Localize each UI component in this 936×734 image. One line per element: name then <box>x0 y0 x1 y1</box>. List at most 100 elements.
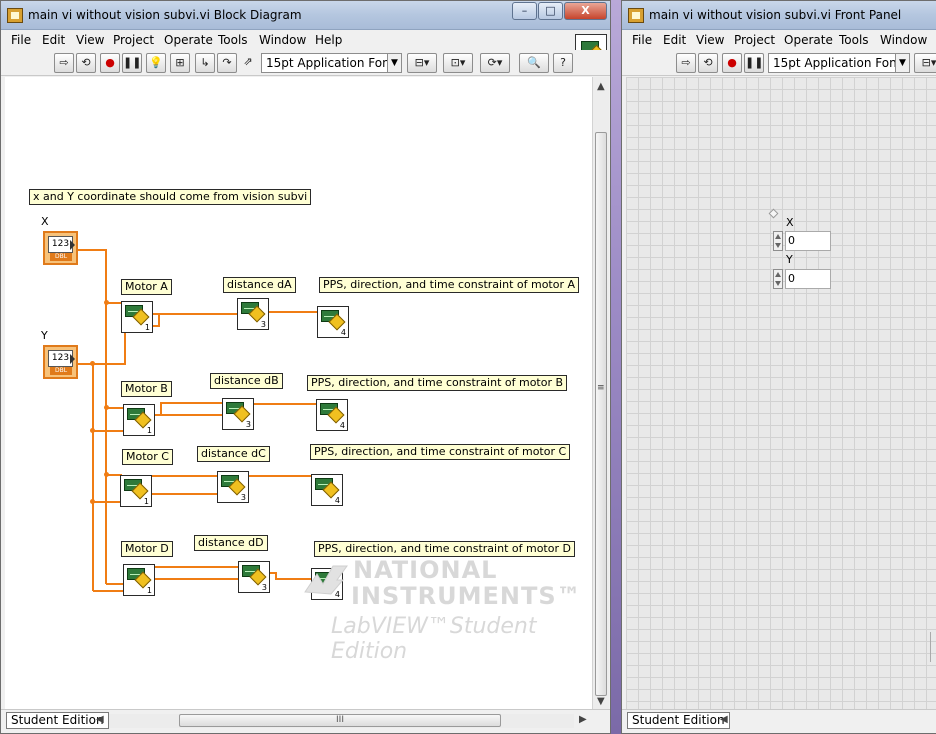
menu-operate[interactable]: Operate <box>784 33 833 47</box>
panel-resize-edge[interactable] <box>924 632 931 662</box>
wire[interactable] <box>93 430 124 432</box>
fp-y-value[interactable]: 0 <box>785 269 831 289</box>
wire[interactable] <box>153 313 237 315</box>
wire[interactable] <box>92 363 94 591</box>
wire[interactable] <box>254 403 316 405</box>
scroll-left-icon[interactable]: ◀ <box>720 714 728 725</box>
motor-a-constraint-subvi[interactable]: 4 <box>317 306 349 338</box>
labview-app-icon <box>628 8 644 23</box>
wire[interactable] <box>160 402 162 416</box>
abort-icon[interactable]: ● <box>100 53 120 73</box>
font-dropdown-value: 15pt Application Font <box>266 56 395 70</box>
wire[interactable] <box>152 493 218 495</box>
menu-file[interactable]: File <box>11 33 31 47</box>
step-into-icon[interactable]: ↳ <box>195 53 215 73</box>
output-terminal-icon <box>70 354 75 364</box>
motor-d-constraint-label: PPS, direction, and time constraint of m… <box>314 541 575 557</box>
title-bar[interactable]: main vi without vision subvi.vi Front Pa… <box>622 1 936 30</box>
title-bar[interactable]: main vi without vision subvi.vi Block Di… <box>1 1 610 30</box>
menu-window[interactable]: Window <box>880 33 927 47</box>
font-dropdown[interactable]: 15pt Application Font ▼ <box>768 53 910 73</box>
fp-y-numeric-control[interactable]: 0 <box>773 269 831 289</box>
wire[interactable] <box>158 315 160 327</box>
wire-junction <box>104 472 109 477</box>
motor-c-distance-subvi[interactable]: 3 <box>217 471 249 503</box>
menu-bar: File Edit View Project Operate Tools Win… <box>1 30 610 50</box>
menu-edit[interactable]: Edit <box>663 33 686 47</box>
motor-d-distance-subvi[interactable]: 3 <box>238 561 270 593</box>
wire[interactable] <box>93 501 122 503</box>
control-cluster-handle[interactable] <box>768 208 779 219</box>
wire[interactable] <box>269 311 317 313</box>
run-arrow-icon[interactable]: ⇨ <box>54 53 74 73</box>
motor-b-distance-subvi[interactable]: 3 <box>222 398 254 430</box>
motor-c-constraint-subvi[interactable]: 4 <box>311 474 343 506</box>
front-panel-canvas[interactable]: X 0 Y 0 <box>626 77 936 709</box>
y-numeric-control[interactable]: 123 DBL <box>43 345 78 379</box>
motor-c-subvi[interactable]: 1 <box>120 475 152 507</box>
menu-window[interactable]: Window <box>259 33 306 47</box>
wire[interactable] <box>106 583 124 585</box>
align-objects-icon[interactable]: ⊟▾ <box>914 53 936 73</box>
wire[interactable] <box>152 475 218 477</box>
font-dropdown[interactable]: 15pt Application Font ▼ <box>261 53 402 73</box>
x-numeric-control[interactable]: 123 DBL <box>43 231 78 265</box>
step-out-icon[interactable]: ⇗ <box>238 53 258 73</box>
vertical-scroll-thumb[interactable] <box>595 132 607 696</box>
menu-view[interactable]: View <box>696 33 724 47</box>
fp-x-value[interactable]: 0 <box>785 231 831 251</box>
menu-operate[interactable]: Operate <box>164 33 213 47</box>
wire[interactable] <box>160 402 222 404</box>
menu-project[interactable]: Project <box>113 33 154 47</box>
motor-d-subvi[interactable]: 1 <box>123 564 155 596</box>
distribute-objects-icon[interactable]: ⊡▾ <box>443 53 473 73</box>
reorder-icon[interactable]: ⟳▾ <box>480 53 510 73</box>
motor-a-distance-subvi[interactable]: 3 <box>237 298 269 330</box>
x-increment-decrement-icon[interactable] <box>773 231 783 251</box>
run-continuously-icon[interactable]: ⟲ <box>698 53 718 73</box>
scroll-up-icon[interactable]: ▲ <box>597 81 605 92</box>
motor-a-subvi[interactable]: 1 <box>121 301 153 333</box>
menu-help[interactable]: Help <box>315 33 342 47</box>
menu-edit[interactable]: Edit <box>42 33 65 47</box>
close-button[interactable]: X <box>564 2 607 20</box>
align-objects-icon[interactable]: ⊟▾ <box>407 53 437 73</box>
watermark-line-1: NATIONAL <box>353 556 498 584</box>
wire[interactable] <box>155 566 239 568</box>
run-arrow-icon[interactable]: ⇨ <box>676 53 696 73</box>
wire[interactable] <box>78 249 106 251</box>
toolbar: ⇨ ⟲ ● ❚❚ 💡 ⊞ ↳ ↷ ⇗ 15pt Application Font… <box>1 50 610 76</box>
minimize-button[interactable]: – <box>512 2 537 20</box>
pause-icon[interactable]: ❚❚ <box>744 53 764 73</box>
y-increment-decrement-icon[interactable] <box>773 269 783 289</box>
scroll-left-icon[interactable]: ◀ <box>96 714 104 725</box>
menu-project[interactable]: Project <box>734 33 775 47</box>
fp-x-numeric-control[interactable]: 0 <box>773 231 831 251</box>
run-continuously-icon[interactable]: ⟲ <box>76 53 96 73</box>
scroll-down-icon[interactable]: ▼ <box>597 696 605 707</box>
scroll-right-icon[interactable]: ▶ <box>579 714 587 725</box>
wire[interactable] <box>93 590 124 592</box>
motor-b-constraint-subvi[interactable]: 4 <box>316 399 348 431</box>
wire[interactable] <box>155 414 222 416</box>
context-help-icon[interactable]: ? <box>553 53 573 73</box>
wire[interactable] <box>249 475 311 477</box>
horizontal-scroll-thumb[interactable]: III <box>179 714 501 727</box>
menu-view[interactable]: View <box>76 33 104 47</box>
menu-tools[interactable]: Tools <box>839 33 869 47</box>
pause-icon[interactable]: ❚❚ <box>122 53 142 73</box>
highlight-execution-icon[interactable]: 💡 <box>146 53 166 73</box>
wire[interactable] <box>78 363 126 365</box>
menu-file[interactable]: File <box>632 33 652 47</box>
retain-wire-values-icon[interactable]: ⊞ <box>170 53 190 73</box>
abort-icon[interactable]: ● <box>722 53 742 73</box>
vertical-scrollbar[interactable]: ▲ ≡ ▼ <box>592 77 609 709</box>
output-terminal-icon <box>70 240 75 250</box>
motor-b-subvi[interactable]: 1 <box>123 404 155 436</box>
menu-tools[interactable]: Tools <box>218 33 248 47</box>
wire[interactable] <box>155 578 239 580</box>
maximize-button[interactable]: □ <box>538 2 563 20</box>
wire[interactable] <box>124 329 126 365</box>
search-icon[interactable]: 🔍 <box>519 53 549 73</box>
step-over-icon[interactable]: ↷ <box>217 53 237 73</box>
